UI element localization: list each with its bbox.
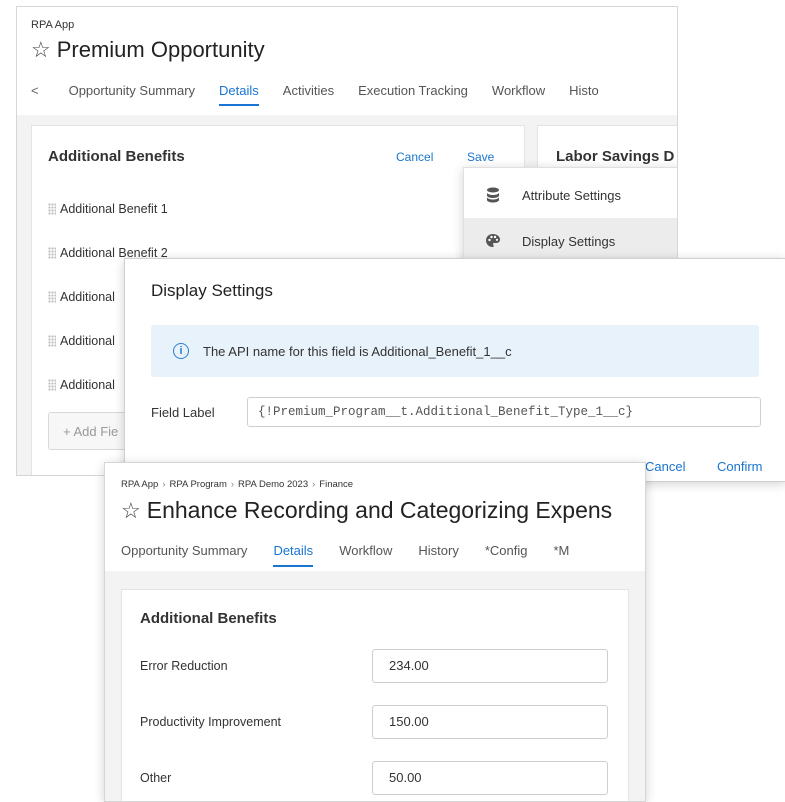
enhance-recording-window: RPA App › RPA Program › RPA Demo 2023 › Financ… [104,462,646,802]
star-icon[interactable]: ☆ [31,37,51,63]
menu-item-label: Display Settings [522,233,616,249]
field-label-label: Field Label [151,405,215,420]
page-title: ☆ Enhance Recording and Categorizing Exp… [121,497,612,524]
settings-menu: Attribute Settings Display Settings [463,167,677,267]
tab-workflow[interactable]: Workflow [492,83,545,104]
tab-bar: Opportunity Summary Details Workflow His… [121,543,595,567]
breadcrumb-item[interactable]: Finance [319,479,353,490]
list-item[interactable]: Additional Benefit 1 [48,202,168,216]
tab-execution-tracking[interactable]: Execution Tracking [358,83,468,104]
palette-icon [478,233,508,249]
breadcrumb-item[interactable]: RPA Program [170,479,227,490]
save-button[interactable]: Save [467,150,494,164]
tab-details[interactable]: Details [273,543,314,567]
card-title: Additional Benefits [48,148,185,165]
cancel-button[interactable]: Cancel [396,150,433,164]
card-title: Additional Benefits [140,610,277,627]
tab-workflow[interactable]: Workflow [339,543,392,567]
tab-bar: < Opportunity Summary Details Activities… [17,83,677,107]
tab-opportunity-summary[interactable]: Opportunity Summary [121,543,247,567]
error-reduction-input[interactable]: 234.00 [372,649,608,683]
productivity-improvement-label: Productivity Improvement [140,715,282,729]
other-input[interactable]: 50.00 [372,761,608,795]
chevron-right-icon: › [162,479,166,490]
drag-handle-icon[interactable] [48,335,56,347]
chevron-right-icon: › [230,479,235,490]
drag-handle-icon[interactable] [48,379,56,391]
info-text: The API name for this field is Additiona… [203,343,512,359]
drag-handle-icon[interactable] [48,203,56,215]
app-label: RPA App [31,19,75,31]
chevron-left-icon[interactable]: < [31,83,39,98]
benefit-label: Additional [60,290,115,304]
benefit-label: Additional [60,334,115,348]
tab-details[interactable]: Details [219,83,259,106]
database-icon [478,187,508,203]
page-title-text: Premium Opportunity [56,37,265,62]
menu-item-attribute-settings[interactable]: Attribute Settings [464,172,677,218]
list-item[interactable]: Additional [48,378,115,392]
star-icon[interactable]: ☆ [121,498,141,524]
tab-history[interactable]: Histo [569,83,599,104]
tab-history[interactable]: History [418,543,458,567]
drag-handle-icon[interactable] [48,291,56,303]
info-banner: i The API name for this field is Additio… [151,325,759,377]
tab-m[interactable]: *M [554,543,570,567]
tab-activities[interactable]: Activities [283,83,334,104]
menu-item-label: Attribute Settings [522,187,621,203]
page-header: RPA App ☆ Premium Opportunity < Opportun… [17,7,677,115]
drag-handle-icon[interactable] [48,247,56,259]
breadcrumb-item[interactable]: RPA App [121,479,158,490]
list-item[interactable]: Additional [48,290,115,304]
other-label: Other [140,771,172,785]
page-title: ☆ Premium Opportunity [31,37,265,63]
confirm-button[interactable]: Confirm [717,459,763,474]
productivity-improvement-input[interactable]: 150.00 [372,705,608,739]
breadcrumb: RPA App › RPA Program › RPA Demo 2023 › Financ… [121,479,353,490]
page-title-text: Enhance Recording and Categorizing Expen… [146,497,613,523]
breadcrumb-item[interactable]: RPA Demo 2023 [238,479,308,490]
info-icon: i [173,343,189,359]
additional-benefits-card: Additional Benefits Error Reduction 234.… [121,589,629,801]
details-body: Additional Benefits Error Reduction 234.… [105,571,645,801]
error-reduction-label: Error Reduction [140,659,228,673]
benefit-label: Additional Benefit 1 [60,202,168,216]
list-item[interactable]: Additional [48,334,115,348]
tab-config[interactable]: *Config [485,543,528,567]
chevron-right-icon: › [312,479,316,490]
card-title: Labor Savings D [556,148,675,165]
dialog-title: Display Settings [151,281,273,300]
tab-opportunity-summary[interactable]: Opportunity Summary [69,83,195,104]
display-settings-dialog: Display Settings i The API name for this… [124,258,785,482]
cancel-button[interactable]: Cancel [645,459,685,474]
field-label-input[interactable]: {!Premium_Program__t.Additional_Benefit_… [247,397,761,427]
benefit-label: Additional [60,378,115,392]
